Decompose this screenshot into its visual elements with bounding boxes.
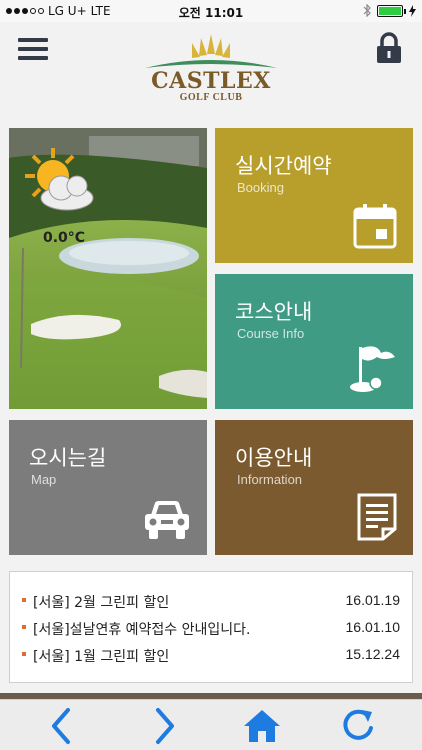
forward-icon[interactable] [144, 706, 184, 746]
notice-text: [서울] 2월 그린피 할인 [33, 595, 170, 611]
map-subtitle: Map [31, 472, 57, 487]
information-subtitle: Information [237, 472, 303, 487]
booking-tile[interactable]: 실시간예약 Booking [215, 128, 413, 263]
menu-icon[interactable] [18, 38, 48, 62]
bluetooth-icon [363, 4, 371, 17]
notice-date: 16.01.10 [345, 619, 401, 635]
sun-cloud-icon [25, 148, 94, 211]
car-icon [145, 501, 189, 539]
app-header: CASTLEX GOLF CLUB [0, 22, 422, 118]
bottom-toolbar [0, 699, 422, 750]
battery-icon [377, 4, 406, 17]
temperature-label: 0.0°C [43, 230, 86, 246]
castlex-logo[interactable]: CASTLEX GOLF CLUB [141, 30, 281, 110]
charging-icon [409, 4, 416, 17]
notice-list: [서울] 2월 그린피 할인 16.01.19 [서울]설날연휴 예약접수 안내… [9, 571, 413, 683]
notice-bullet [22, 652, 26, 656]
information-title: 이용안내 [235, 446, 313, 470]
notice-text: [서울] 1월 그린피 할인 [33, 649, 170, 665]
logo-brand: CASTLEX [151, 68, 271, 94]
notice-bullet [22, 598, 26, 602]
notice-item[interactable]: [서울] 2월 그린피 할인 16.01.19 [10, 592, 412, 618]
golf-flag-icon [350, 346, 395, 392]
notice-item[interactable]: [서울] 1월 그린피 할인 15.12.24 [10, 646, 412, 672]
home-icon[interactable] [242, 706, 282, 746]
course-info-title: 코스안내 [235, 300, 313, 324]
map-title: 오시는길 [29, 446, 107, 470]
back-icon[interactable] [42, 706, 82, 746]
notice-date: 15.12.24 [345, 646, 401, 662]
calendar-icon [353, 204, 397, 249]
notice-bullet [22, 625, 26, 629]
logo-subtitle: GOLF CLUB [179, 92, 243, 103]
booking-subtitle: Booking [237, 180, 284, 195]
course-info-subtitle: Course Info [237, 326, 305, 341]
status-right [363, 4, 416, 17]
refresh-icon[interactable] [338, 706, 378, 746]
map-tile[interactable]: 오시는길 Map [9, 420, 207, 555]
lock-icon[interactable] [376, 32, 402, 64]
notice-text: [서울]설날연휴 예약접수 안내입니다. [33, 622, 251, 638]
course-info-tile[interactable]: 코스안내 Course Info [215, 274, 413, 409]
weather-photo-tile[interactable]: 0.0°C [9, 128, 207, 409]
status-time: 오전 11:01 [178, 6, 244, 20]
information-tile[interactable]: 이용안내 Information [215, 420, 413, 555]
booking-title: 실시간예약 [235, 154, 332, 178]
notice-item[interactable]: [서울]설날연휴 예약접수 안내입니다. 16.01.10 [10, 619, 412, 645]
crown-icon [145, 34, 277, 68]
status-bar: LG U+ LTE 오전 11:01 [0, 0, 422, 22]
document-icon [357, 493, 397, 541]
notice-date: 16.01.19 [345, 592, 401, 608]
